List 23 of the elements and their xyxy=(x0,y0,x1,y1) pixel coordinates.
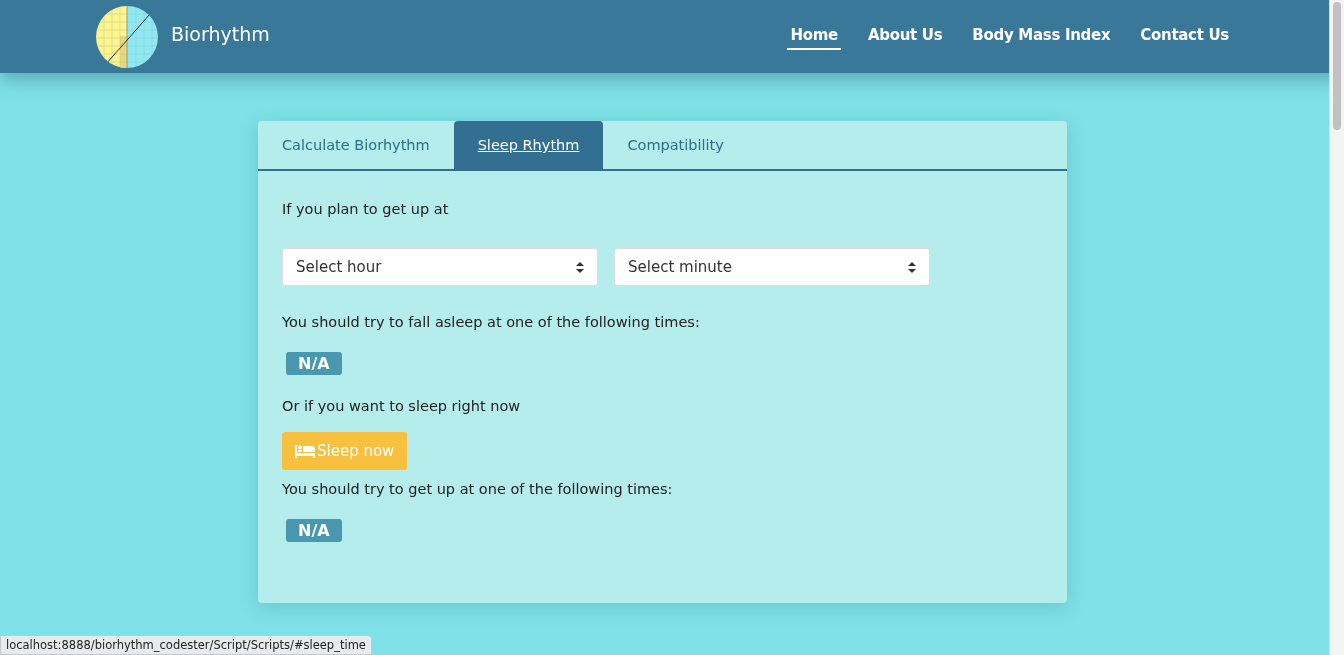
status-bar-url: localhost:8888/biorhythm_codester/Script/Scripts/#sleep_time xyxy=(0,635,372,655)
nav-link[interactable]: Home xyxy=(787,21,841,50)
result-label: You should try to fall asleep at one of the following times: xyxy=(282,314,700,330)
tab[interactable]: Sleep Rhythm xyxy=(453,121,604,169)
nav-link[interactable]: Contact Us xyxy=(1137,21,1232,50)
site-title[interactable]: Biorhythm xyxy=(171,22,270,45)
dropdown-field[interactable]: Select hour xyxy=(282,248,598,286)
logo-icon[interactable] xyxy=(96,5,158,68)
prompt-text: Or if you want to sleep right now xyxy=(282,398,521,414)
nav-link[interactable]: About Us xyxy=(864,21,946,50)
tab[interactable]: Calculate Biorhythm xyxy=(258,121,454,169)
scrollbar[interactable] xyxy=(1329,0,1344,655)
scrollbar-thumb[interactable] xyxy=(1333,2,1341,130)
sort-arrows-icon xyxy=(908,261,916,273)
result-badge: N/A xyxy=(286,352,342,375)
tab[interactable]: Compatibility xyxy=(603,121,748,169)
nav-link[interactable]: Body Mass Index xyxy=(969,21,1114,50)
prompt-text: If you plan to get up at xyxy=(282,201,449,217)
result-badge: N/A xyxy=(286,519,342,542)
sort-arrows-icon xyxy=(576,261,584,273)
result-label: You should try to get up at one of the following times: xyxy=(282,481,673,497)
dropdown-field[interactable]: Select minute xyxy=(614,248,930,286)
bed-icon xyxy=(295,444,315,458)
